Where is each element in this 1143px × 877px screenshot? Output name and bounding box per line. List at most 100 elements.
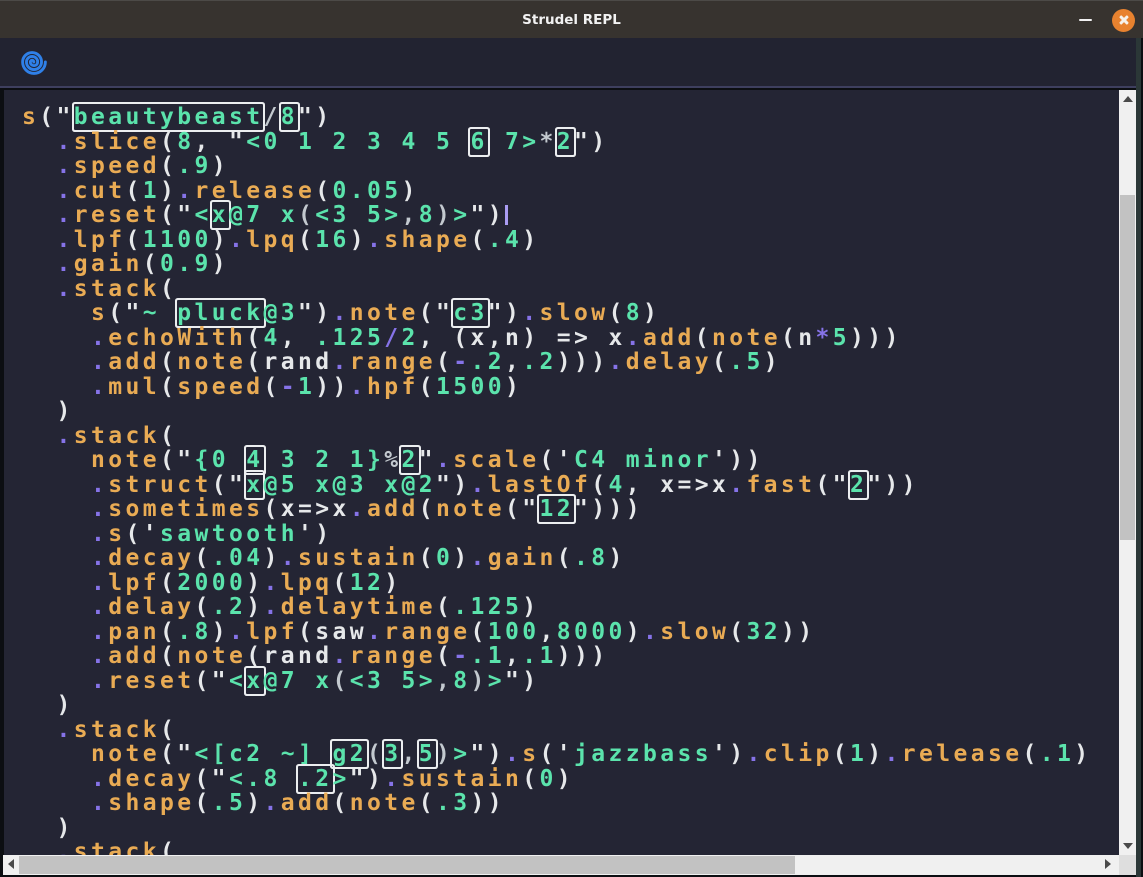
code-token: speed <box>177 374 263 400</box>
code-line[interactable]: .stack( <box>22 718 1119 743</box>
code-token <box>22 790 91 816</box>
code-token: (" <box>815 472 850 498</box>
code-token: range <box>350 349 436 375</box>
text-cursor <box>505 205 508 225</box>
code-token: ( <box>471 619 488 645</box>
code-line[interactable]: .struct("x@5 x@3 x@2").lastOf(4, x=>x.fa… <box>22 473 1119 498</box>
code-line[interactable]: .sometimes(x=>x.add(note("12"))) <box>22 497 1119 522</box>
code-token: , <box>540 619 557 645</box>
code-line[interactable]: .slice(8, "<0 1 2 3 4 5 6 7>*2") <box>22 130 1119 155</box>
code-token: ( <box>522 766 539 792</box>
code-token: .2 <box>212 594 247 620</box>
code-line[interactable]: .stack( <box>22 424 1119 449</box>
vertical-scrollbar[interactable] <box>1119 90 1136 855</box>
code-line[interactable]: .decay("<.8 .2>").sustain(0) <box>22 767 1119 792</box>
code-token: ) <box>436 741 453 767</box>
arrow-right-icon <box>1105 859 1111 869</box>
code-token: ( <box>195 594 212 620</box>
code-line[interactable]: .decay(.04).sustain(0).gain(.8) <box>22 546 1119 571</box>
scrollbar-up-button[interactable] <box>1119 90 1136 107</box>
code-line[interactable]: ) <box>22 693 1119 718</box>
code-token: - <box>453 349 470 375</box>
code-token: (' <box>539 447 574 473</box>
code-token: 1100 <box>143 227 212 253</box>
code-token: lpf <box>74 227 126 253</box>
code-line[interactable]: .stack( <box>22 840 1119 855</box>
code-line[interactable]: .add(note(rand.range(-.1,.1))) <box>22 644 1119 669</box>
vertical-scrollbar-thumb[interactable] <box>1120 195 1135 540</box>
code-line[interactable]: .add(note(rand.range(-.2,.2))).delay(.5) <box>22 350 1119 375</box>
code-token: . <box>609 349 626 375</box>
window-right-border <box>1136 38 1143 877</box>
code-editor[interactable]: s("beautybeast/8") .slice(8, "<0 1 2 3 4… <box>4 90 1119 855</box>
code-line[interactable]: note("<[c2 ~] g2(3,5)>").s('jazzbass').c… <box>22 742 1119 767</box>
code-token: 8 <box>419 202 436 228</box>
code-line[interactable]: .stack( <box>22 277 1119 302</box>
close-button[interactable] <box>1112 9 1135 32</box>
code-token: . <box>436 447 453 473</box>
titlebar: Strudel REPL <box>0 0 1143 38</box>
code-token: @7 x <box>264 668 333 694</box>
code-line[interactable]: .lpf(2000).lpq(12) <box>22 571 1119 596</box>
scrollbar-left-button[interactable] <box>3 855 20 875</box>
scrollbar-corner <box>1119 855 1136 875</box>
code-token: ) <box>246 594 263 620</box>
code-token: 8 <box>453 668 470 694</box>
active-token-highlight: beautybeast <box>74 104 264 130</box>
code-token: mul <box>108 374 160 400</box>
code-token: ) <box>453 545 470 571</box>
code-line[interactable]: .pan(.8).lpf(saw.range(100,8000).slow(32… <box>22 620 1119 645</box>
code-token: (" <box>195 668 230 694</box>
code-line[interactable]: s("beautybeast/8") <box>22 105 1119 130</box>
code-token: % <box>384 447 401 473</box>
code-token: {0 <box>195 447 247 473</box>
code-token: 0 <box>436 545 453 571</box>
code-token: . <box>57 423 74 449</box>
horizontal-scrollbar-thumb[interactable] <box>19 856 795 874</box>
code-line[interactable]: .cut(1).release(0.05) <box>22 179 1119 204</box>
code-line[interactable]: .mul(speed(-1)).hpf(1500) <box>22 375 1119 400</box>
code-token: . <box>643 619 660 645</box>
code-line[interactable]: .lpf(1100).lpq(16).shape(.4) <box>22 228 1119 253</box>
code-token: (" <box>419 300 454 326</box>
code-line[interactable]: .echoWith(4, .125/2, (x,n) => x.add(note… <box>22 326 1119 351</box>
scrollbar-right-button[interactable] <box>1102 855 1119 875</box>
code-token: lpq <box>281 570 333 596</box>
code-line[interactable]: note("{0 4 3 2 1}%2".scale('C4 minor')) <box>22 448 1119 473</box>
code-line[interactable]: .gain(0.9) <box>22 252 1119 277</box>
minimize-button[interactable] <box>1074 9 1096 31</box>
code-token: delay <box>108 594 194 620</box>
code-token: 1 <box>298 374 315 400</box>
code-line[interactable]: .s('sawtooth') <box>22 522 1119 547</box>
scrollbar-down-button[interactable] <box>1119 838 1136 855</box>
code-token <box>22 153 57 179</box>
code-token: (rand <box>246 349 332 375</box>
code-line[interactable]: .delay(.2).delaytime(.125) <box>22 595 1119 620</box>
code-token: (" <box>160 202 195 228</box>
code-token: jazzbass <box>574 741 712 767</box>
code-line[interactable]: ) <box>22 399 1119 424</box>
code-token <box>22 521 91 547</box>
horizontal-scrollbar[interactable] <box>3 855 1119 875</box>
code-token: stack <box>74 717 160 743</box>
active-token-highlight: c3 <box>453 300 488 326</box>
code-token: .2 <box>522 349 557 375</box>
code-token: . <box>264 570 281 596</box>
code-token: .1 <box>1040 741 1075 767</box>
code-token: shape <box>384 227 470 253</box>
code-token <box>22 619 91 645</box>
code-token: ( <box>160 570 177 596</box>
code-token: - <box>281 374 298 400</box>
code-token: <0 1 2 3 4 5 <box>246 129 470 155</box>
code-line[interactable]: s("~ pluck@3").note("c3").slow(8) <box>22 301 1119 326</box>
code-token: ")) <box>867 472 919 498</box>
code-line[interactable]: .reset("<x@7 x(<3 5>,8)>") <box>22 203 1119 228</box>
code-token: note <box>436 496 505 522</box>
code-token: . <box>333 643 350 669</box>
code-token: (' <box>126 521 161 547</box>
code-line[interactable]: .speed(.9) <box>22 154 1119 179</box>
code-token <box>22 447 91 473</box>
code-line[interactable]: ) <box>22 816 1119 841</box>
code-line[interactable]: .reset("<x@7 x(<3 5>,8)>") <box>22 669 1119 694</box>
code-line[interactable]: .shape(.5).add(note(.3)) <box>22 791 1119 816</box>
